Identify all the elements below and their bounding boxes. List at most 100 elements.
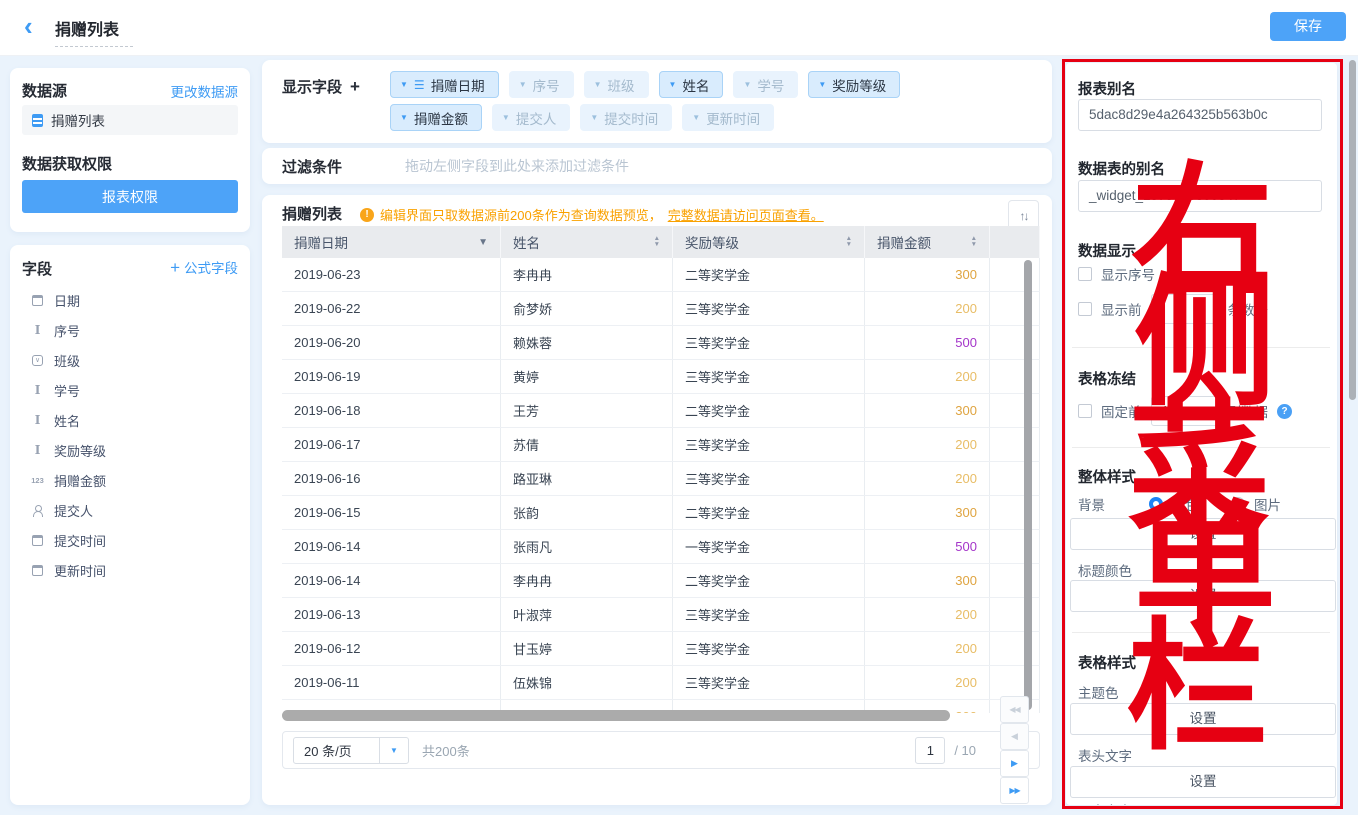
table-cell: 赖姝蓉	[501, 326, 673, 359]
field-chip-label: 序号	[533, 75, 560, 95]
field-chip[interactable]: ▼提交人	[492, 104, 570, 131]
table-cell: 500	[865, 530, 990, 563]
calendar-icon	[30, 295, 45, 306]
field-item[interactable]: I奖励等级	[10, 435, 250, 465]
add-formula-field-link[interactable]: + 公式字段	[170, 257, 238, 277]
display-fields-label: 显示字段	[282, 76, 342, 97]
warning-link[interactable]: 完整数据请访问页面查看。	[668, 205, 824, 224]
field-item[interactable]: ∨班级	[10, 345, 250, 375]
next-page-button[interactable]: ▶	[1000, 750, 1029, 777]
field-item[interactable]: I姓名	[10, 405, 250, 435]
field-chip[interactable]: ▼序号	[509, 71, 574, 98]
sort-lines-icon: ☰	[414, 79, 425, 91]
field-item[interactable]: I序号	[10, 315, 250, 345]
radio-solid-checked[interactable]	[1149, 497, 1163, 511]
table-row: 2019-06-12甘玉婷三等奖学金200	[282, 632, 1040, 666]
fix-first-input[interactable]: 1	[1151, 396, 1219, 426]
text-icon: I	[30, 413, 45, 427]
field-item[interactable]: 日期	[10, 285, 250, 315]
table-cell: 2019-06-17	[282, 428, 501, 461]
field-item-label: 序号	[54, 321, 80, 340]
field-item-label: 捐赠金额	[54, 471, 106, 490]
add-field-plus-icon[interactable]: +	[350, 77, 360, 97]
page-number-input[interactable]: 1	[915, 737, 945, 764]
table-header-cell	[990, 226, 1040, 258]
table-header-cell[interactable]: 奖励等级▲▼	[673, 226, 865, 258]
background-set-button[interactable]: 设置	[1070, 518, 1336, 550]
back-icon[interactable]: ‹	[24, 13, 33, 39]
field-chip[interactable]: ▼姓名	[659, 71, 724, 98]
field-item[interactable]: 提交时间	[10, 525, 250, 555]
chevron-down-icon: ▼	[590, 113, 598, 122]
column-label: 姓名	[513, 232, 540, 252]
table-row: 2019-06-14李冉冉二等奖学金300	[282, 564, 1040, 598]
field-chip[interactable]: ▼更新时间	[682, 104, 774, 131]
header-text-set-button[interactable]: 设置	[1070, 766, 1336, 798]
last-page-button[interactable]: ▶▶	[1000, 777, 1029, 804]
field-item[interactable]: 更新时间	[10, 555, 250, 585]
report-alias-input[interactable]: 5dac8d29e4a264325b563b0c	[1078, 99, 1322, 131]
field-item[interactable]: 123捐赠金额	[10, 465, 250, 495]
report-permission-button[interactable]: 报表权限	[22, 180, 238, 213]
table-cell: 2019-06-20	[282, 326, 501, 359]
fix-first-checkbox[interactable]	[1078, 404, 1092, 418]
column-label: 捐赠日期	[294, 232, 348, 252]
vertical-scrollbar[interactable]	[1024, 260, 1032, 710]
radio-image-unchecked[interactable]	[1231, 497, 1245, 511]
datasource-item[interactable]: 捐赠列表	[22, 105, 238, 135]
field-chip[interactable]: ▼奖励等级	[808, 71, 900, 98]
display-fields-panel: 显示字段 + ▼☰捐赠日期▼序号▼班级▼姓名▼学号▼奖励等级▼捐赠金额▼提交人▼…	[262, 60, 1052, 143]
filter-caret-icon[interactable]: ▼	[478, 237, 488, 248]
save-button[interactable]: 保存	[1270, 12, 1346, 41]
table-row: 2019-06-19黄婷三等奖学金200	[282, 360, 1040, 394]
theme-color-set-button[interactable]: 设置	[1070, 703, 1336, 735]
page-scrollbar[interactable]	[1349, 60, 1356, 400]
divider	[1072, 447, 1330, 448]
horizontal-scrollbar[interactable]	[282, 710, 1040, 721]
table-cell	[990, 258, 1040, 291]
change-datasource-link[interactable]: 更改数据源	[171, 81, 239, 101]
background-label: 背景	[1078, 494, 1140, 514]
field-item[interactable]: I学号	[10, 375, 250, 405]
plus-icon: +	[170, 259, 180, 276]
show-index-checkbox[interactable]	[1078, 267, 1092, 281]
table-cell	[990, 326, 1040, 359]
table-panel: 捐赠列表 ! 编辑界面只取数据源前200条作为查询数据预览，完整数据请访问页面查…	[262, 195, 1052, 805]
table-cell	[990, 428, 1040, 461]
page-size-select[interactable]: 20 条/页 ▼	[293, 737, 409, 764]
field-chip[interactable]: ▼☰捐赠日期	[390, 71, 499, 98]
show-first-checkbox[interactable]	[1078, 302, 1092, 316]
field-chip[interactable]: ▼班级	[584, 71, 649, 98]
table-cell	[990, 394, 1040, 427]
sort-carets-icon[interactable]: ▲▼	[654, 236, 660, 248]
table-cell: 200	[865, 428, 990, 461]
table-row: 2019-06-15张韵二等奖学金300	[282, 496, 1040, 530]
table-header-cell[interactable]: 捐赠金额▲▼	[865, 226, 990, 258]
title-color-set-button[interactable]: 设置	[1070, 580, 1336, 612]
table-cell: 300	[865, 394, 990, 427]
field-item[interactable]: 提交人	[10, 495, 250, 525]
field-chip[interactable]: ▼学号	[733, 71, 798, 98]
table-header-cell[interactable]: 姓名 ▲▼	[501, 226, 673, 258]
horizontal-scrollbar-thumb[interactable]	[282, 710, 950, 721]
show-index-row: 显示序号	[1078, 264, 1155, 284]
table-cell: 2019-06-11	[282, 666, 501, 699]
help-icon[interactable]: ?	[1277, 404, 1292, 419]
table-alias-input[interactable]: _widget_1579959800847	[1078, 180, 1322, 212]
field-chip[interactable]: ▼捐赠金额	[390, 104, 482, 131]
sort-carets-icon[interactable]: ▲▼	[971, 236, 977, 248]
table-header-cell[interactable]: 捐赠日期 ▼	[282, 226, 501, 258]
field-item-label: 提交人	[54, 501, 93, 520]
table-cell: 300	[865, 258, 990, 291]
person-icon	[30, 505, 45, 516]
sort-carets-icon[interactable]: ▲▼	[846, 236, 852, 248]
table-cell: 三等奖学金	[673, 428, 865, 461]
table-cell: 三等奖学金	[673, 632, 865, 665]
table-cell: 2019-06-15	[282, 496, 501, 529]
field-chip-label: 奖励等级	[832, 75, 886, 95]
table-body: 2019-06-23李冉冉二等奖学金3002019-06-22俞梦娇三等奖学金2…	[282, 258, 1040, 713]
top-bar: ‹ 捐赠列表 保存	[0, 0, 1358, 55]
show-first-input[interactable]	[1151, 294, 1219, 324]
filter-dropzone[interactable]: 拖动左侧字段到此处来添加过滤条件	[405, 156, 629, 176]
field-chip[interactable]: ▼提交时间	[580, 104, 672, 131]
